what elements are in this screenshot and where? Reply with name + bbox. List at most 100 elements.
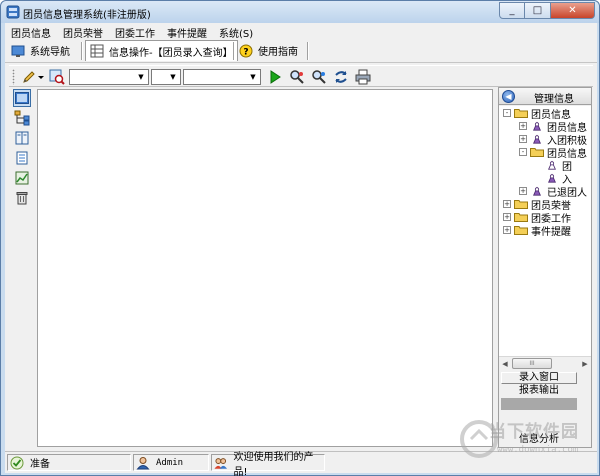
status-user: Admin — [133, 454, 209, 471]
title-bar[interactable]: 团员信息管理系统(非注册版) _ □ ✕ — [1, 1, 599, 23]
member-icon — [533, 186, 541, 196]
tree-node-member-info-folder[interactable]: - 团员信息 — [519, 146, 587, 160]
left-toolbar — [9, 89, 35, 447]
svg-text:?: ? — [243, 47, 248, 57]
back-icon[interactable]: ◀ — [502, 90, 515, 103]
window-controls: _ □ ✕ — [499, 2, 595, 19]
maximize-button[interactable]: □ — [525, 2, 551, 19]
chevron-down-icon[interactable]: ▼ — [135, 71, 147, 83]
main-toolbar: ▼ ▼ ▼ — [9, 65, 593, 87]
folder-icon — [514, 226, 528, 235]
nav-separator — [81, 42, 83, 60]
window-title: 团员信息管理系统(非注册版) — [23, 10, 151, 21]
entry-window-button[interactable]: 录入窗口 — [501, 372, 577, 384]
tree-horizontal-scrollbar[interactable]: ◀ III ▶ — [499, 356, 591, 370]
app-window: 团员信息管理系统(非注册版) _ □ ✕ 团员信息 团员荣誉 团委工作 事件提醒… — [0, 0, 600, 476]
tree-node-label: 事件提醒 — [531, 226, 571, 238]
menu-league-work[interactable]: 团委工作 — [109, 23, 161, 40]
client-area: 团员信息 团员荣誉 团委工作 事件提醒 系统(S) 系统导航 信息操作-【团员录… — [5, 23, 597, 476]
user-icon — [136, 456, 150, 469]
tree-node-leaf[interactable]: 入 — [545, 172, 572, 186]
trash-icon[interactable] — [13, 189, 31, 207]
management-panel: ◀ 管理信息 - 团员信息 + 团员信息 + 入团积极 - 团员信息 团 入 +… — [498, 87, 592, 448]
watermark-text: 当下软件园 — [489, 422, 579, 442]
nav-separator — [307, 42, 309, 60]
status-ready: 准备 — [7, 454, 131, 471]
refresh-icon[interactable] — [333, 69, 349, 85]
tab-system-nav[interactable]: 系统导航 — [11, 40, 70, 61]
expand-icon[interactable]: + — [503, 226, 511, 234]
menu-system[interactable]: 系统(S) — [213, 23, 259, 40]
tab-info-operation[interactable]: 信息操作-【团员录入查询】 — [85, 40, 238, 61]
tree-node-member-info[interactable]: - 团员信息 — [503, 107, 571, 121]
check-icon — [10, 456, 24, 469]
tree-node-applicants[interactable]: + 入团积极 — [519, 133, 587, 147]
play-icon[interactable] — [267, 69, 283, 85]
monitor-icon — [11, 45, 25, 57]
scroll-left-icon[interactable]: ◀ — [499, 358, 511, 370]
menu-bar: 团员信息 团员荣誉 团委工作 事件提醒 系统(S) — [5, 23, 597, 40]
tab-system-nav-label: 系统导航 — [30, 47, 70, 58]
member-icon — [533, 121, 541, 131]
chevron-down-icon[interactable]: ▼ — [247, 71, 259, 83]
find-icon[interactable] — [289, 69, 305, 85]
grid-icon — [90, 44, 104, 58]
tree-node-event-reminder[interactable]: + 事件提醒 — [503, 224, 571, 238]
member-icon — [533, 134, 541, 144]
management-tree[interactable]: - 团员信息 + 团员信息 + 入团积极 - 团员信息 团 入 + 已退团人 +… — [499, 106, 591, 356]
menu-member-honor[interactable]: 团员荣誉 — [57, 23, 109, 40]
tree-node-member-honor[interactable]: + 团员荣誉 — [503, 198, 571, 212]
nav-separator — [233, 42, 235, 60]
document-icon[interactable] — [13, 149, 31, 167]
search-window-icon[interactable] — [49, 69, 65, 85]
menu-event-reminder[interactable]: 事件提醒 — [161, 23, 213, 40]
book-icon[interactable] — [13, 129, 31, 147]
folder-icon — [514, 200, 528, 209]
toolbar-grip[interactable] — [12, 69, 15, 85]
print-icon[interactable] — [355, 69, 371, 85]
folder-open-icon — [530, 148, 544, 157]
chevron-down-icon[interactable]: ▼ — [167, 71, 179, 83]
find-next-icon[interactable] — [311, 69, 327, 85]
operator-select[interactable]: ▼ — [151, 69, 181, 85]
main-content-area[interactable] — [37, 89, 493, 447]
panel-title: 管理信息 — [534, 94, 574, 105]
pencil-dropdown-icon[interactable] — [37, 69, 45, 85]
menu-member-info[interactable]: 团员信息 — [5, 23, 57, 40]
tree-node-member-info-sub[interactable]: + 团员信息 — [519, 120, 587, 134]
tab-help[interactable]: ? 使用指南 — [239, 40, 298, 61]
panel-header: ◀ 管理信息 — [499, 88, 591, 105]
help-icon: ? — [239, 44, 253, 57]
tree-node-withdrawn[interactable]: + 已退团人 — [519, 185, 587, 199]
status-welcome: 欢迎使用我们的产品! — [211, 452, 325, 476]
field-select[interactable]: ▼ — [69, 69, 149, 85]
view-window-icon[interactable] — [13, 89, 31, 107]
report-output-button[interactable]: 报表输出 — [501, 385, 577, 397]
minimize-button[interactable]: _ — [499, 2, 525, 19]
tab-help-label: 使用指南 — [258, 47, 298, 58]
chart-icon[interactable] — [13, 169, 31, 187]
pencil-icon[interactable] — [21, 69, 37, 85]
welcome-text: 欢迎使用我们的产品! — [233, 451, 314, 476]
member-icon — [548, 173, 556, 183]
status-username: Admin — [156, 457, 184, 468]
scroll-right-icon[interactable]: ▶ — [579, 358, 591, 370]
tree-node-league-work[interactable]: + 团委工作 — [503, 211, 571, 225]
tree-node-leaf[interactable]: 团 — [545, 159, 572, 173]
close-button[interactable]: ✕ — [551, 2, 595, 19]
expand-icon[interactable]: + — [519, 187, 527, 195]
value-select[interactable]: ▼ — [183, 69, 261, 85]
expand-icon[interactable]: + — [503, 200, 511, 208]
collapse-icon[interactable]: - — [519, 148, 527, 156]
scroll-thumb[interactable]: III — [512, 358, 552, 369]
expand-icon[interactable]: + — [503, 213, 511, 221]
watermark-url: www.downxia.com — [497, 445, 579, 455]
collapse-icon[interactable]: - — [503, 109, 511, 117]
tree-structure-icon[interactable] — [13, 109, 31, 127]
expand-icon[interactable]: + — [519, 122, 527, 130]
folder-icon — [514, 213, 528, 222]
expand-icon[interactable]: + — [519, 135, 527, 143]
folder-open-icon — [514, 109, 528, 118]
status-text: 准备 — [30, 459, 50, 470]
app-icon — [6, 5, 20, 19]
